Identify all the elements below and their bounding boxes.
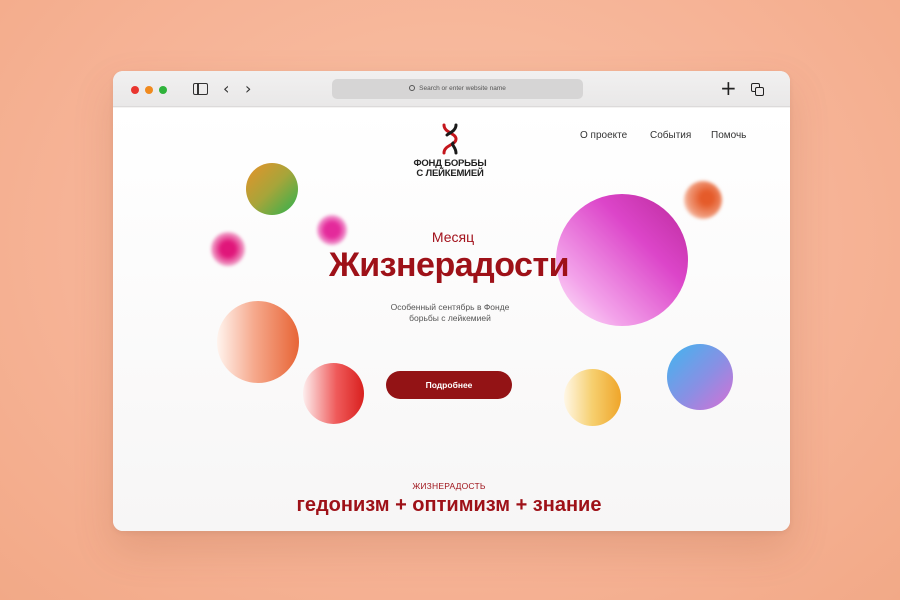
nav-link-about[interactable]: О проекте	[580, 130, 627, 141]
browser-toolbar: ‹ › Search or enter website name +	[113, 71, 790, 107]
close-window-button[interactable]	[131, 86, 139, 94]
browser-window: ‹ › Search or enter website name + ФОНД …	[113, 71, 790, 531]
red-orb-decoration	[303, 363, 364, 424]
yellow-orb-decoration	[564, 369, 621, 426]
magenta-orb-decoration	[211, 232, 245, 266]
hero-small-title: Месяц	[431, 229, 475, 245]
tabs-icon[interactable]	[751, 83, 764, 96]
address-bar-placeholder: Search or enter website name	[419, 85, 506, 92]
green-orb-decoration	[246, 163, 298, 215]
more-details-button[interactable]: Подробнее	[386, 371, 512, 399]
nav-link-help[interactable]: Помочь	[711, 130, 746, 141]
sidebar-icon[interactable]	[193, 83, 208, 95]
new-tab-plus-icon[interactable]: +	[720, 77, 737, 99]
foundation-logo[interactable]: ФОНД БОРЬБЫ С ЛЕЙКЕМИЕЙ	[405, 123, 495, 179]
hero-subtitle: Особенный сентябрь в Фонде борьбы с лейк…	[390, 302, 510, 323]
pink-orb-decoration	[317, 215, 347, 245]
section-kicker: ЖИЗНЕРАДОСТЬ	[412, 481, 486, 491]
peach-orb-decoration	[217, 301, 299, 383]
nav-link-events[interactable]: События	[650, 130, 691, 141]
logo-text: ФОНД БОРЬБЫ С ЛЕЙКЕМИЕЙ	[405, 159, 495, 179]
hero-headline: Жизнерадости	[328, 246, 570, 284]
chevron-right-icon[interactable]: ›	[245, 81, 251, 97]
maximize-window-button[interactable]	[159, 86, 167, 94]
section-formula-heading: гедонизм + оптимизм + знание	[296, 494, 602, 516]
dna-ribbon-icon	[442, 123, 458, 155]
web-page: ФОНД БОРЬБЫ С ЛЕЙКЕМИЕЙ О проекте Событи…	[113, 108, 790, 531]
orange-orb-decoration	[684, 181, 722, 219]
minimize-window-button[interactable]	[145, 86, 153, 94]
blue-orb-decoration	[667, 344, 733, 410]
address-bar[interactable]: Search or enter website name	[332, 79, 583, 99]
chevron-left-icon[interactable]: ‹	[223, 81, 229, 97]
logo-line-2: С ЛЕЙКЕМИЕЙ	[416, 168, 484, 179]
search-icon	[409, 85, 416, 91]
